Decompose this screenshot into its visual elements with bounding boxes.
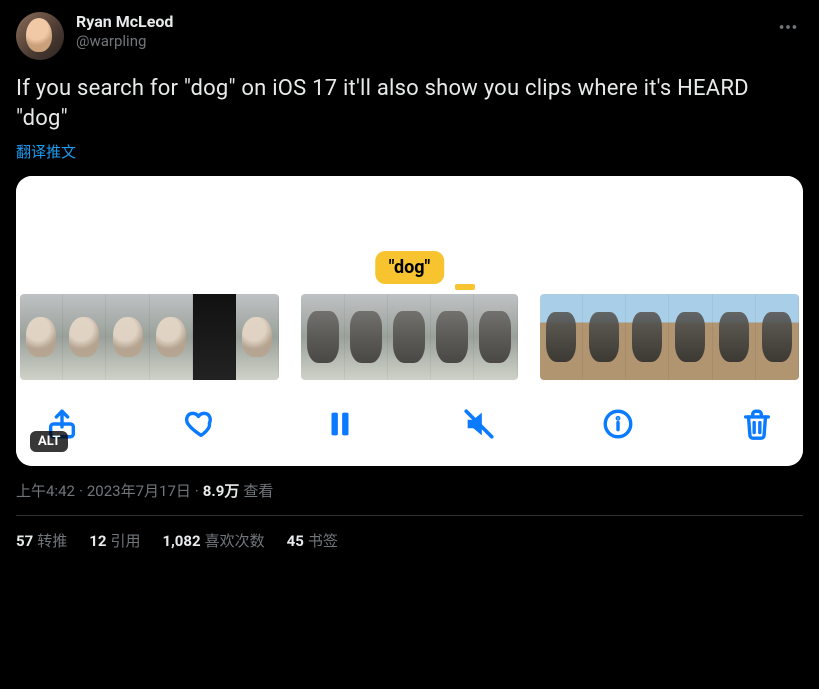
meta-row: 上午4:42 · 2023年7月17日 · 8.9万 查看 <box>16 480 803 501</box>
clip-3[interactable] <box>540 294 799 380</box>
dot: · <box>195 482 199 500</box>
info-button[interactable] <box>598 404 638 444</box>
pause-button[interactable] <box>320 404 360 444</box>
views-count: 8.9万 <box>203 480 240 501</box>
media-toolbar <box>16 390 803 466</box>
caption-anchor <box>455 284 475 290</box>
bookmarks-label: 书签 <box>308 532 338 550</box>
quotes-count: 12 <box>89 532 106 550</box>
quotes-stat[interactable]: 12引用 <box>89 530 140 551</box>
media-top-whitespace: "dog" <box>16 176 803 284</box>
retweets-label: 转推 <box>37 532 67 550</box>
views-label: 查看 <box>243 480 273 501</box>
user-handle[interactable]: @warpling <box>76 32 173 51</box>
clip-2[interactable] <box>301 294 517 380</box>
retweets-count: 57 <box>16 532 33 550</box>
retweets-stat[interactable]: 57转推 <box>16 530 67 551</box>
tweet-header: Ryan McLeod @warpling <box>16 12 803 60</box>
user-names: Ryan McLeod @warpling <box>76 12 173 51</box>
time[interactable]: 上午4:42 <box>16 480 75 501</box>
like-button[interactable] <box>181 404 221 444</box>
bookmarks-count: 45 <box>287 532 304 550</box>
likes-label: 喜欢次数 <box>205 532 265 550</box>
tweet-text: If you search for "dog" on iOS 17 it'll … <box>16 74 803 133</box>
avatar[interactable] <box>16 12 64 60</box>
quotes-label: 引用 <box>110 532 140 550</box>
tweet-container: Ryan McLeod @warpling If you search for … <box>0 0 819 563</box>
user-row: Ryan McLeod @warpling <box>16 12 173 60</box>
more-button[interactable] <box>773 12 803 46</box>
trash-button[interactable] <box>737 404 777 444</box>
bookmarks-stat[interactable]: 45书签 <box>287 530 338 551</box>
display-name[interactable]: Ryan McLeod <box>76 12 173 32</box>
alt-badge[interactable]: ALT <box>30 431 68 452</box>
stats-row: 57转推 12引用 1,082 喜欢次数 45书签 <box>16 516 803 551</box>
caption-bubble: "dog" <box>375 251 445 284</box>
mute-button[interactable] <box>459 404 499 444</box>
clip-1[interactable] <box>20 294 279 380</box>
translate-link[interactable]: 翻译推文 <box>16 141 76 162</box>
video-timeline[interactable] <box>16 284 803 390</box>
dot: · <box>79 482 83 500</box>
date[interactable]: 2023年7月17日 <box>87 480 191 501</box>
likes-stat[interactable]: 1,082 喜欢次数 <box>162 530 264 551</box>
media-card[interactable]: "dog" <box>16 176 803 466</box>
likes-count: 1,082 <box>162 532 200 550</box>
